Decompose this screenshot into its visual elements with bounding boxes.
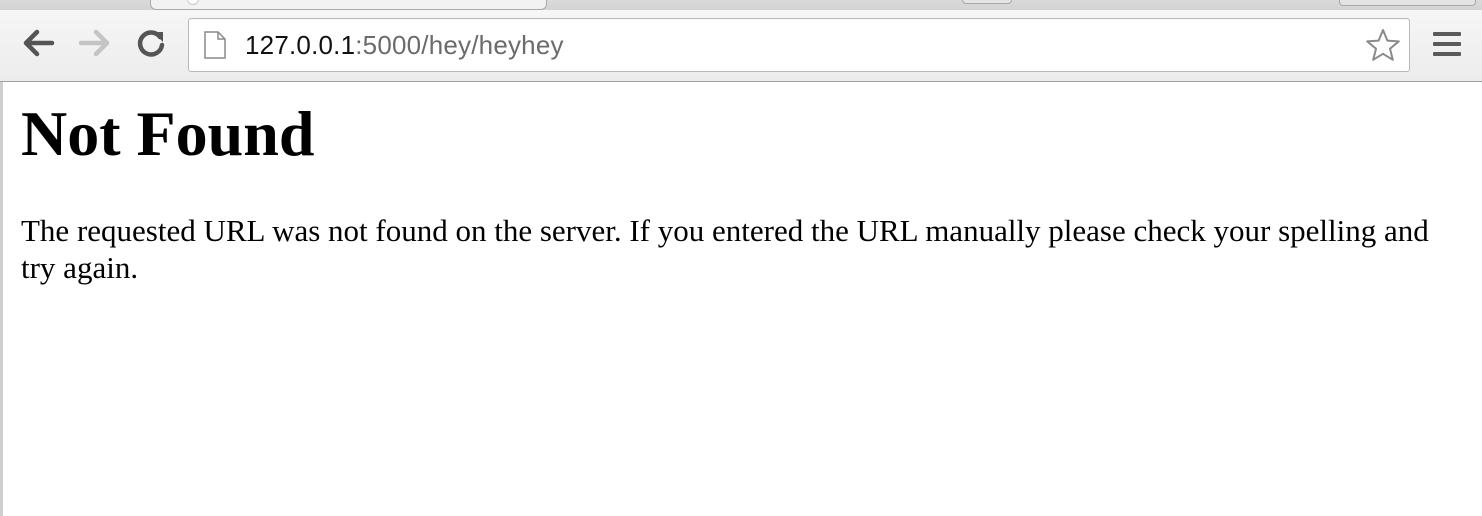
page-title: Not Found <box>21 98 315 169</box>
browser-toolbar: 127.0.0.1:5000/hey/heyhey <box>0 10 1482 82</box>
forward-arrow-icon <box>78 29 110 57</box>
browser-window: 127.0.0.1:5000/hey/heyhey Not Found The … <box>0 0 1482 516</box>
forward-button[interactable] <box>77 26 111 60</box>
back-button[interactable] <box>22 26 56 60</box>
error-message: The requested URL was not found on the s… <box>21 213 1429 285</box>
reload-icon <box>136 28 166 58</box>
page-content: Not Found The requested URL was not foun… <box>0 82 1482 516</box>
active-tab[interactable] <box>150 0 547 10</box>
url-path: :5000/hey/heyhey <box>355 30 564 60</box>
back-arrow-icon <box>23 29 55 57</box>
reload-button[interactable] <box>134 26 168 60</box>
url-host: 127.0.0.1 <box>245 30 356 60</box>
star-icon[interactable] <box>1365 28 1401 67</box>
url-text[interactable]: 127.0.0.1:5000/hey/heyhey <box>245 29 564 61</box>
page-icon <box>203 31 227 64</box>
tab-favicon-icon <box>187 0 199 5</box>
hamburger-menu-icon[interactable] <box>1430 28 1464 60</box>
new-tab-button[interactable] <box>962 0 1012 4</box>
window-controls[interactable] <box>1339 0 1476 6</box>
tab-strip <box>0 0 1482 10</box>
address-bar[interactable]: 127.0.0.1:5000/hey/heyhey <box>188 18 1410 72</box>
